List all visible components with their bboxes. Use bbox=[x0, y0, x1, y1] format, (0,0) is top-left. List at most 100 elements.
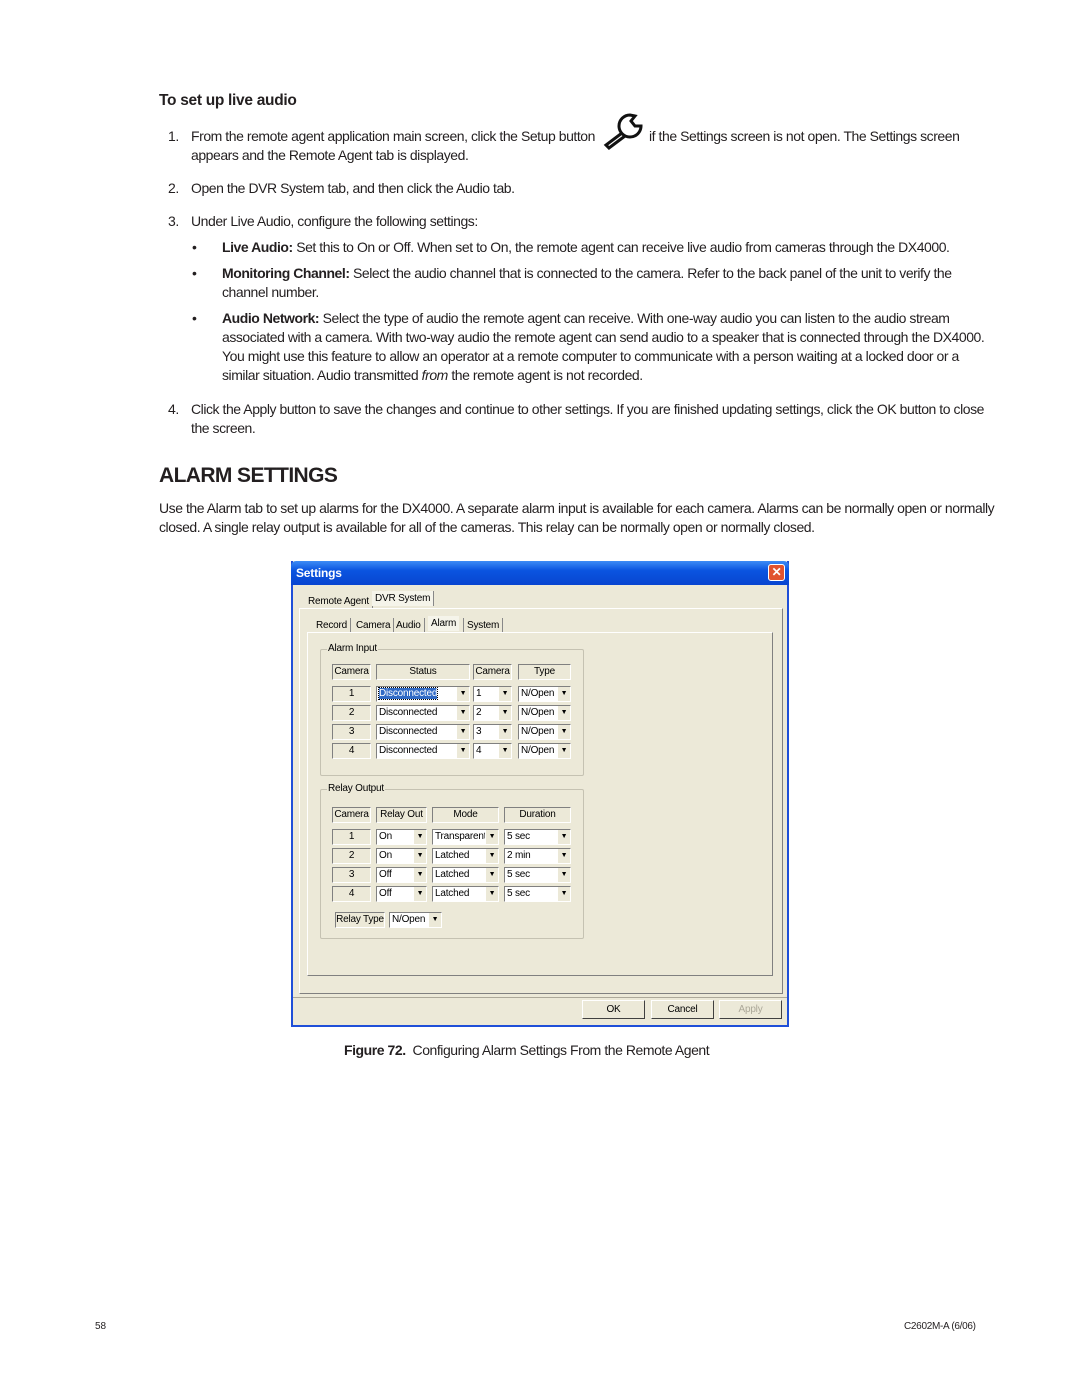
step-number: 4. bbox=[168, 401, 179, 417]
step-number: 2. bbox=[168, 180, 179, 196]
select-value: 5 sec bbox=[507, 888, 530, 899]
relay-output-select[interactable]: Latched ▼ bbox=[432, 867, 499, 883]
alarm-input-select[interactable]: Disconnected ▼ bbox=[376, 743, 470, 759]
dropdown-arrow-icon: ▼ bbox=[456, 725, 469, 739]
dropdown-arrow-icon: ▼ bbox=[498, 725, 511, 739]
select-value: N/Open bbox=[521, 707, 555, 718]
alarm-input-select[interactable]: Disconnected ▼ bbox=[376, 724, 470, 740]
select-value: 2 bbox=[476, 707, 482, 718]
alarm-input-select[interactable]: N/Open ▼ bbox=[518, 743, 571, 759]
relay-output-camera-number: 4 bbox=[332, 886, 371, 902]
dropdown-arrow-icon: ▼ bbox=[557, 687, 570, 701]
settings-dialog: Settings ✕ Remote Agent DVR System Recor… bbox=[291, 561, 789, 1027]
alarm-input-header: Status bbox=[376, 664, 470, 680]
dialog-title: Settings bbox=[296, 566, 342, 580]
select-value: 5 sec bbox=[507, 869, 530, 880]
tab-remote-agent[interactable]: Remote Agent bbox=[305, 594, 373, 609]
tab-audio[interactable]: Audio bbox=[393, 618, 425, 633]
alarm-input-select[interactable]: 2 ▼ bbox=[473, 705, 512, 721]
alarm-input-header: Camera bbox=[332, 664, 371, 680]
bullet-audio-network: Audio Network: Select the type of audio … bbox=[222, 310, 985, 383]
relay-output-select[interactable]: Transparent ▼ bbox=[432, 829, 499, 845]
alarm-input-camera-number: 2 bbox=[332, 705, 371, 721]
figure-caption: Figure 72. Configuring Alarm Settings Fr… bbox=[344, 1042, 710, 1058]
bullet: • bbox=[192, 239, 197, 255]
step-2-text: Open the DVR System tab, and then click … bbox=[191, 180, 515, 196]
tab-dvr-system[interactable]: DVR System bbox=[372, 591, 435, 606]
dropdown-arrow-icon: ▼ bbox=[428, 913, 441, 927]
relay-output-select[interactable]: On ▼ bbox=[376, 848, 427, 864]
dropdown-arrow-icon: ▼ bbox=[485, 849, 498, 863]
alarm-input-select[interactable]: N/Open ▼ bbox=[518, 686, 571, 702]
relay-output-header: Mode bbox=[432, 807, 499, 823]
select-value: N/Open bbox=[521, 688, 555, 699]
tab-camera[interactable]: Camera bbox=[353, 618, 395, 633]
relay-output-header: Duration bbox=[504, 807, 571, 823]
relay-output-camera-number: 2 bbox=[332, 848, 371, 864]
select-value: Latched bbox=[435, 850, 470, 861]
dropdown-arrow-icon: ▼ bbox=[413, 868, 426, 882]
document-id: C2602M-A (6/06) bbox=[904, 1321, 976, 1332]
alarm-input-select[interactable]: Disconnected ▼ bbox=[376, 705, 470, 721]
page-number: 58 bbox=[95, 1321, 107, 1332]
select-value: On bbox=[379, 831, 392, 842]
alarm-input-select[interactable]: 3 ▼ bbox=[473, 724, 512, 740]
section-heading: To set up live audio bbox=[159, 92, 297, 109]
dropdown-arrow-icon: ▼ bbox=[485, 887, 498, 901]
tab-system[interactable]: System bbox=[463, 618, 504, 633]
relay-output-select[interactable]: Off ▼ bbox=[376, 867, 427, 883]
select-value: 1 bbox=[476, 688, 482, 699]
relay-output-select[interactable]: 2 min ▼ bbox=[504, 848, 571, 864]
relay-output-camera-number: 1 bbox=[332, 829, 371, 845]
step-1-text-line2: appears and the Remote Agent tab is disp… bbox=[191, 147, 469, 163]
relay-output-label: Relay Output bbox=[327, 783, 385, 794]
alarm-input-camera-number: 3 bbox=[332, 724, 371, 740]
relay-output-select[interactable]: 5 sec ▼ bbox=[504, 829, 571, 845]
dropdown-arrow-icon: ▼ bbox=[456, 744, 469, 758]
relay-output-select[interactable]: On ▼ bbox=[376, 829, 427, 845]
step-3-text: Under Live Audio, configure the followin… bbox=[191, 213, 478, 229]
dropdown-arrow-icon: ▼ bbox=[485, 868, 498, 882]
relay-output-select[interactable]: Latched ▼ bbox=[432, 848, 499, 864]
alarm-input-header: Type bbox=[518, 664, 571, 680]
dropdown-arrow-icon: ▼ bbox=[485, 830, 498, 844]
alarm-input-select[interactable]: Disconnected ▼ bbox=[376, 686, 470, 702]
alarm-input-select[interactable]: N/Open ▼ bbox=[518, 724, 571, 740]
select-value: Disconnected bbox=[377, 687, 439, 700]
alarm-input-select[interactable]: N/Open ▼ bbox=[518, 705, 571, 721]
ok-button[interactable]: OK bbox=[582, 1000, 645, 1019]
alarm-input-select[interactable]: 1 ▼ bbox=[473, 686, 512, 702]
relay-output-select[interactable]: Off ▼ bbox=[376, 886, 427, 902]
alarm-input-select[interactable]: 4 ▼ bbox=[473, 743, 512, 759]
step-1-text: From the remote agent application main s… bbox=[191, 128, 595, 144]
select-value: Off bbox=[379, 869, 392, 880]
relay-type-label: Relay Type bbox=[335, 912, 385, 928]
dropdown-arrow-icon: ▼ bbox=[498, 706, 511, 720]
intro-paragraph: Use the Alarm tab to set up alarms for t… bbox=[159, 500, 995, 535]
bullet-live-audio: Live Audio: Set this to On or Off. When … bbox=[222, 239, 950, 255]
dropdown-arrow-icon: ▼ bbox=[413, 830, 426, 844]
step-1-text-cont: if the Settings screen is not open. The … bbox=[649, 128, 960, 144]
relay-output-select[interactable]: Latched ▼ bbox=[432, 886, 499, 902]
tab-record[interactable]: Record bbox=[313, 618, 352, 633]
bullet: • bbox=[192, 265, 197, 281]
dropdown-arrow-icon: ▼ bbox=[557, 868, 570, 882]
select-value: 4 bbox=[476, 745, 482, 756]
select-value: N/Open bbox=[521, 745, 555, 756]
wrench-icon bbox=[603, 113, 643, 150]
alarm-input-camera-number: 1 bbox=[332, 686, 371, 702]
relay-output-header: Relay Out bbox=[376, 807, 427, 823]
relay-type-select[interactable]: N/Open ▼ bbox=[389, 912, 442, 928]
relay-output-select[interactable]: 5 sec ▼ bbox=[504, 867, 571, 883]
apply-button[interactable]: Apply bbox=[719, 1000, 782, 1019]
dropdown-arrow-icon: ▼ bbox=[456, 687, 469, 701]
tab-alarm[interactable]: Alarm bbox=[428, 616, 460, 631]
dropdown-arrow-icon: ▼ bbox=[413, 887, 426, 901]
close-button[interactable]: ✕ bbox=[768, 564, 785, 581]
cancel-button[interactable]: Cancel bbox=[651, 1000, 714, 1019]
select-value: Disconnected bbox=[379, 726, 438, 737]
select-value: N/Open bbox=[521, 726, 555, 737]
relay-output-select[interactable]: 5 sec ▼ bbox=[504, 886, 571, 902]
alarm-input-label: Alarm Input bbox=[327, 643, 378, 654]
select-value: Disconnected bbox=[379, 745, 438, 756]
